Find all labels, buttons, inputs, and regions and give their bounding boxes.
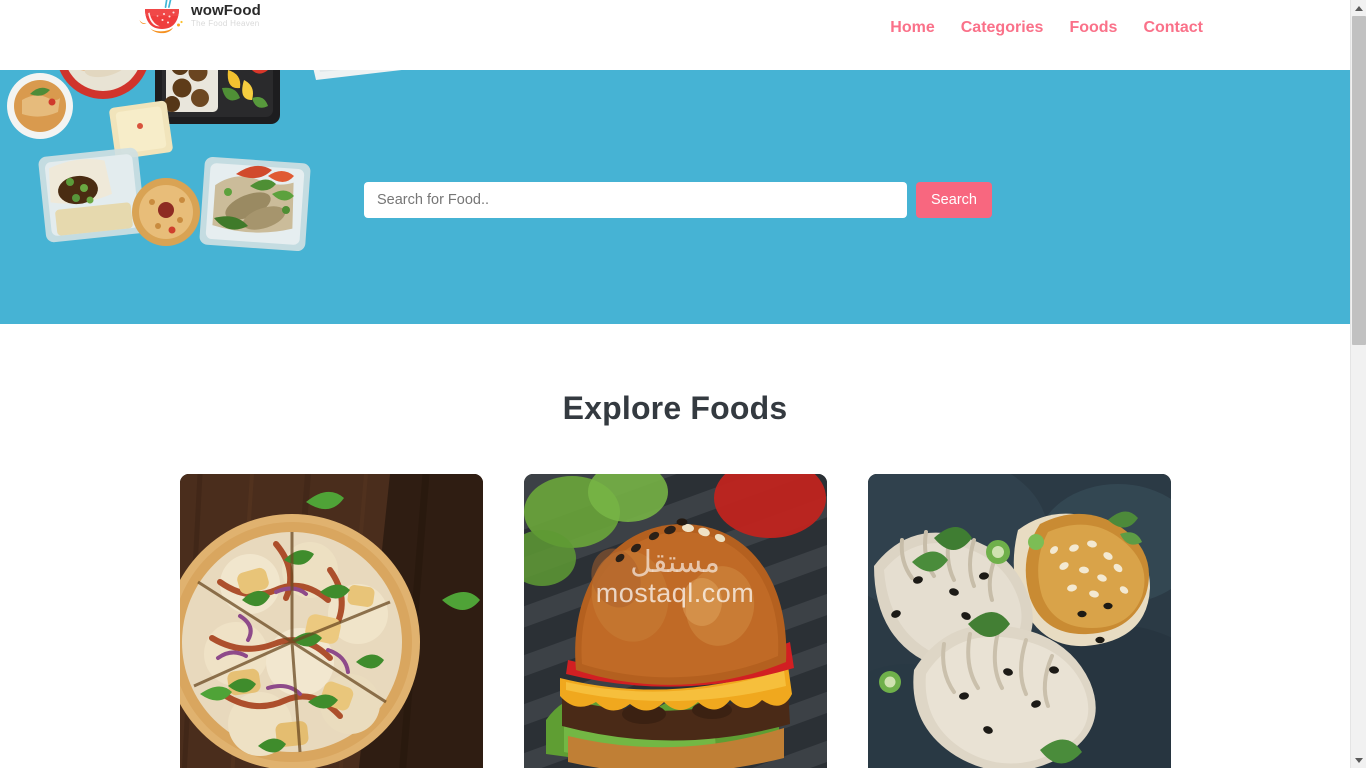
vertical-scrollbar[interactable]: [1350, 0, 1366, 768]
site-header: wowFood The Food Heaven Home Categories …: [0, 0, 1350, 70]
nav-link-foods[interactable]: Foods: [1056, 19, 1130, 37]
nav-link-categories[interactable]: Categories: [948, 19, 1057, 37]
hero-search-bar: Search: [364, 182, 992, 218]
browser-page: wowFood The Food Heaven Home Categories …: [0, 0, 1366, 768]
hero-banner: Search: [0, 70, 1350, 324]
nav-link-home[interactable]: Home: [877, 19, 947, 37]
brand-text: wowFood The Food Heaven: [191, 3, 261, 28]
food-cards-row: [0, 474, 1350, 768]
search-button[interactable]: Search: [916, 182, 992, 218]
search-input[interactable]: [364, 182, 907, 218]
brand-name: wowFood: [191, 1, 261, 19]
explore-foods-section: Explore Foods مستقل mostaql.com: [0, 324, 1350, 768]
brand-logo[interactable]: wowFood The Food Heaven: [138, 0, 261, 37]
nav-link-contact[interactable]: Contact: [1130, 19, 1203, 37]
noodle-bowl-logo-icon: [139, 0, 183, 34]
scroll-up-arrow-icon[interactable]: [1351, 0, 1366, 16]
food-card-burger[interactable]: [523, 474, 827, 768]
brand-tagline: The Food Heaven: [191, 18, 260, 28]
scrollbar-thumb[interactable]: [1352, 16, 1366, 345]
page-title: Explore Foods: [562, 390, 788, 426]
main-nav: Home Categories Foods Contact: [877, 19, 1203, 37]
page-viewport: wowFood The Food Heaven Home Categories …: [0, 0, 1350, 768]
food-card-dumplings[interactable]: [867, 474, 1171, 768]
food-card-pizza[interactable]: [179, 474, 483, 768]
scroll-down-arrow-icon[interactable]: [1351, 752, 1366, 768]
